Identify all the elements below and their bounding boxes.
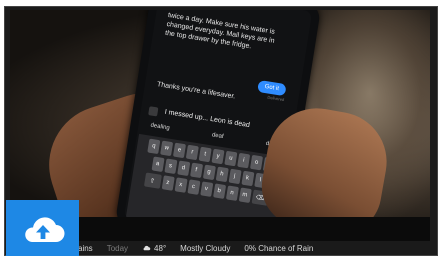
ticker-precipitation: 0% Chance of Rain <box>244 243 314 253</box>
sent-message: Thanks you're a lifesaver. <box>156 81 236 101</box>
upload-button[interactable] <box>6 200 79 256</box>
key: c <box>186 179 200 195</box>
video-scene: twice a day. Make sure his water is chan… <box>10 10 430 217</box>
cloud-upload-icon <box>24 217 64 242</box>
key: g <box>202 164 216 181</box>
key: q <box>147 138 161 155</box>
ticker-day: Today <box>106 243 129 253</box>
cloud-icon <box>143 245 151 251</box>
temperature-value: 48° <box>154 243 167 253</box>
delivered-status: Delivered <box>267 94 285 103</box>
key: o <box>249 154 264 171</box>
key: z <box>161 175 175 191</box>
key: j <box>228 168 242 185</box>
key: v <box>199 181 213 197</box>
key: r <box>185 144 199 161</box>
key: u <box>224 150 238 167</box>
received-message: twice a day. Make sure his water is chan… <box>164 11 276 51</box>
key: i <box>237 152 251 169</box>
key: b <box>212 183 226 199</box>
key: x <box>174 177 188 193</box>
suggestion-2: deaf <box>211 132 224 141</box>
key: w <box>160 140 174 157</box>
key: a <box>151 156 165 172</box>
suggestion-1: dealing <box>150 122 171 132</box>
ticker-city: ains <box>78 243 93 253</box>
key: y <box>211 148 225 165</box>
key: t <box>198 146 212 163</box>
key: s <box>163 158 177 174</box>
key: f <box>189 162 203 179</box>
ticker-conditions: Mostly Cloudy <box>180 243 231 253</box>
key: k <box>240 170 254 187</box>
ticker-temperature: 48° <box>142 244 166 253</box>
key: h <box>215 166 229 183</box>
key: m <box>238 187 252 203</box>
key: e <box>172 142 187 159</box>
sent-bubble: Got it <box>256 79 287 97</box>
key: d <box>176 160 190 176</box>
key: n <box>225 185 239 201</box>
camera-button <box>148 106 159 117</box>
shift-key: ⇧ <box>143 172 162 189</box>
